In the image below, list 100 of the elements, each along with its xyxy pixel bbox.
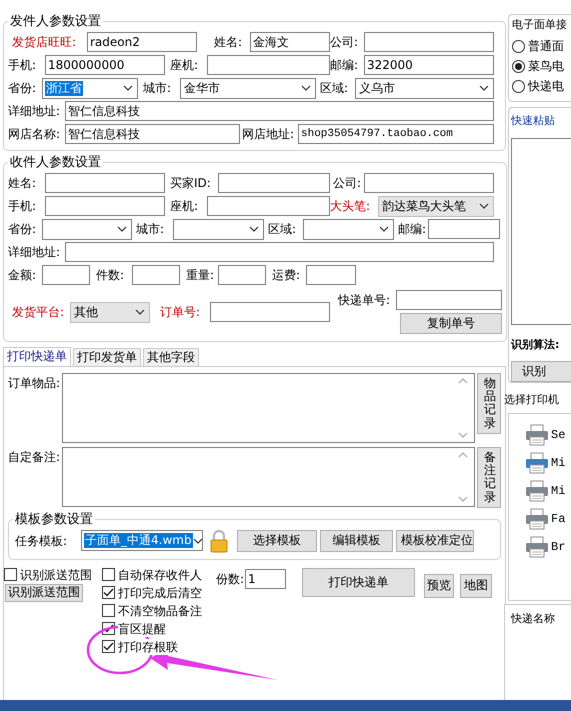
- text-field[interactable]: 1: [245, 568, 286, 589]
- printer-name[interactable]: Mi: [551, 456, 566, 470]
- text-field[interactable]: [65, 242, 494, 262]
- checkbox-label[interactable]: 打印存根联: [118, 638, 178, 655]
- template-button[interactable]: 编辑模板: [320, 530, 393, 552]
- field-label: 手机:: [8, 198, 38, 215]
- radio-button[interactable]: [512, 80, 525, 92]
- tab[interactable]: 打印发货单: [73, 348, 141, 366]
- text-field[interactable]: [218, 173, 330, 193]
- group-title: 快速粘贴: [511, 113, 556, 129]
- text-field[interactable]: [42, 265, 90, 285]
- template-button[interactable]: 模板校准定位: [396, 530, 474, 552]
- checkbox-label[interactable]: 打印完成后清空: [118, 584, 202, 601]
- checkbox[interactable]: [102, 640, 115, 654]
- checkbox[interactable]: [102, 568, 115, 582]
- text-area[interactable]: [62, 447, 475, 507]
- text-field[interactable]: [364, 32, 494, 52]
- action-button[interactable]: 地图: [460, 574, 492, 598]
- radio-button[interactable]: [512, 40, 525, 52]
- checkbox-label[interactable]: 识别派送范围: [20, 566, 92, 583]
- field-label: 快递单号:: [338, 292, 392, 309]
- printer-name[interactable]: Br: [551, 540, 566, 554]
- record-button[interactable]: 备注记录: [477, 447, 501, 508]
- record-button[interactable]: 物品记录: [477, 373, 501, 434]
- checkbox-label[interactable]: 盲区提醒: [118, 620, 166, 637]
- text-field[interactable]: 322000: [364, 55, 494, 75]
- checkbox-label[interactable]: 自动保存收件人: [118, 566, 202, 583]
- field-label: 邮编:: [330, 57, 360, 74]
- text-field[interactable]: 金海文: [250, 32, 330, 52]
- checkbox-label[interactable]: 不清空物品备注: [118, 602, 202, 619]
- text-field[interactable]: [207, 55, 330, 75]
- dropdown[interactable]: 义乌市: [355, 78, 494, 98]
- chevron-down-icon: [458, 496, 468, 502]
- text-area[interactable]: [511, 138, 571, 325]
- text-field[interactable]: [306, 265, 356, 285]
- field-label: 订单号:: [160, 304, 202, 321]
- dropdown[interactable]: [42, 218, 132, 240]
- field-label: 城市:: [143, 80, 172, 97]
- text-field[interactable]: [364, 173, 494, 193]
- field-label: 识别算法:: [511, 337, 560, 353]
- field-label: 买家ID:: [170, 175, 212, 192]
- field-label: 座机:: [170, 198, 200, 215]
- dropdown[interactable]: 金华市: [180, 78, 316, 98]
- checkbox[interactable]: [102, 586, 115, 600]
- radio-button[interactable]: [512, 60, 525, 72]
- radio-label[interactable]: 快递电: [528, 78, 564, 94]
- field-label: 座机:: [170, 57, 200, 74]
- checkbox[interactable]: [102, 604, 115, 618]
- radio-label[interactable]: 菜鸟电: [528, 58, 564, 74]
- dropdown[interactable]: [303, 218, 394, 240]
- text-field[interactable]: [207, 196, 330, 216]
- printer-name[interactable]: Fa: [551, 512, 566, 526]
- chevron-down-icon: [192, 538, 203, 544]
- field-label: 省份:: [8, 221, 38, 238]
- dropdown[interactable]: 浙江省: [42, 78, 138, 98]
- text-field[interactable]: 1800000000: [45, 55, 165, 75]
- copy-button[interactable]: 复制单号: [400, 313, 502, 334]
- field-label: 邮编:: [398, 221, 428, 238]
- template-button[interactable]: 选择模板: [237, 530, 317, 552]
- recognize-button[interactable]: 识别: [511, 361, 571, 382]
- print-button[interactable]: 打印快递单: [302, 568, 416, 597]
- text-field[interactable]: radeon2: [87, 32, 197, 52]
- field-label: 发货平台:: [12, 304, 66, 321]
- field-label: 自定备注:: [8, 449, 62, 466]
- dropdown[interactable]: 子面单_中通4.wmb: [81, 530, 203, 552]
- field-label: 运费:: [272, 267, 302, 284]
- field-label: 重量:: [186, 267, 216, 284]
- radio-label[interactable]: 普通面: [528, 38, 564, 54]
- field-label: 订单物品:: [8, 375, 62, 392]
- text-field[interactable]: [210, 302, 330, 322]
- chevron-down-icon: [479, 203, 489, 209]
- text-field[interactable]: [45, 173, 165, 193]
- text-field[interactable]: 智仁信息科技: [65, 101, 494, 121]
- text-area[interactable]: [62, 373, 475, 443]
- text-field[interactable]: [218, 265, 266, 285]
- chevron-down-icon: [301, 85, 311, 91]
- dropdown[interactable]: [173, 218, 264, 240]
- text-field[interactable]: [45, 196, 165, 216]
- chevron-down-icon: [123, 85, 133, 91]
- group-title: 模板参数设置: [14, 512, 94, 527]
- text-field[interactable]: [132, 265, 180, 285]
- text-field[interactable]: [396, 290, 502, 310]
- text-field[interactable]: shop35054797.taobao.com: [298, 124, 494, 144]
- section-title: 选择打印机: [504, 392, 560, 408]
- chevron-down-icon: [117, 226, 127, 232]
- group-title: 电子面单接: [511, 17, 568, 33]
- tab[interactable]: 打印快递单: [3, 347, 71, 366]
- field-label: 区域:: [320, 80, 350, 97]
- printer-name[interactable]: Se: [551, 428, 566, 442]
- checkbox[interactable]: [4, 568, 17, 582]
- text-field[interactable]: 智仁信息科技: [65, 124, 240, 144]
- field-label: 份数:: [216, 570, 244, 588]
- field-label: 金额:: [8, 267, 38, 284]
- action-button[interactable]: 预览: [424, 574, 454, 598]
- text-field[interactable]: [428, 219, 500, 239]
- printer-name[interactable]: Mi: [551, 484, 566, 498]
- field-label: 网店名称:: [8, 126, 62, 143]
- field-label: 任务模板:: [15, 532, 68, 550]
- range-button[interactable]: 识别派送范围: [5, 584, 83, 602]
- tab[interactable]: 其他字段: [143, 348, 199, 366]
